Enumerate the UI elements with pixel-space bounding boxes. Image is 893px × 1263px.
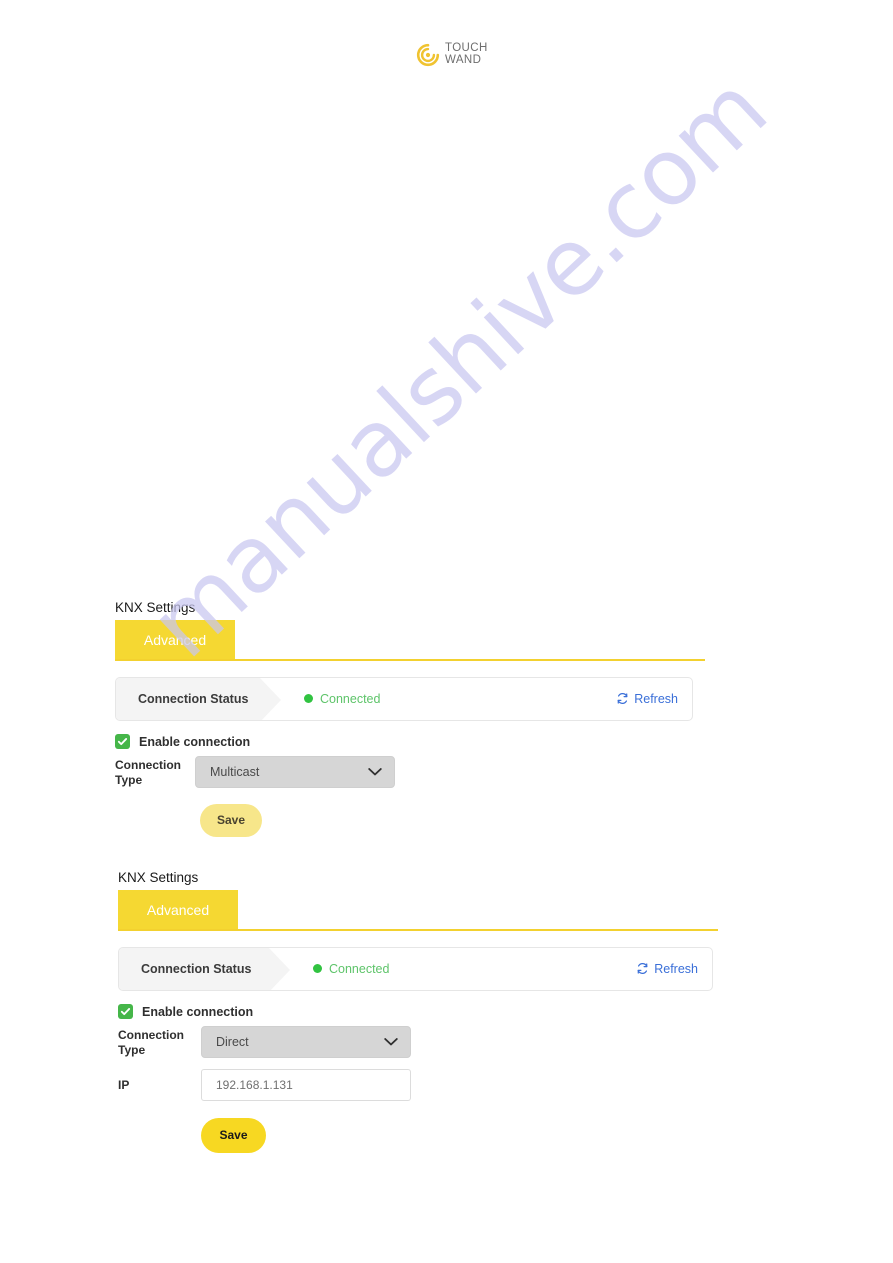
sync-refresh-icon — [616, 692, 629, 705]
connection-type-select[interactable]: Direct — [201, 1025, 411, 1058]
tab-underline — [118, 928, 718, 931]
connection-status-card: Connection Status Connected Refresh — [115, 676, 693, 721]
connection-type-label-line2: Type — [118, 1042, 146, 1057]
connection-type-value: Direct — [216, 1034, 249, 1049]
connection-status-chip: Connection Status — [119, 947, 290, 990]
sync-refresh-icon — [636, 962, 649, 975]
connection-status-label: Connection Status — [141, 961, 252, 976]
connection-status-value: Connected — [320, 691, 381, 706]
connection-type-label: Connection Type — [118, 1026, 201, 1058]
connection-type-label-line2: Type — [115, 772, 143, 787]
tab-bar: Advanced — [118, 889, 718, 931]
connection-type-value: Multicast — [210, 764, 260, 779]
refresh-button[interactable]: Refresh — [616, 692, 678, 706]
status-badge: Connected — [313, 962, 389, 976]
tab-bar: Advanced — [115, 619, 705, 661]
save-button[interactable]: Save — [200, 803, 262, 837]
ip-label: IP — [118, 1077, 130, 1092]
ip-input[interactable]: 192.168.1.131 — [201, 1068, 411, 1101]
connection-type-row: Connection Type Multicast — [115, 755, 705, 788]
connection-status-card: Connection Status Connected Refresh — [118, 946, 713, 991]
connection-type-row: Connection Type Direct — [118, 1025, 718, 1058]
refresh-button[interactable]: Refresh — [636, 962, 698, 976]
page-title: KNX Settings — [115, 600, 196, 615]
enable-connection-checkbox[interactable] — [115, 734, 130, 749]
connection-form: Enable connection Connection Type Multic… — [115, 733, 705, 837]
chevron-down-icon — [384, 1037, 398, 1046]
tab-advanced[interactable]: Advanced — [118, 889, 238, 931]
checkmark-icon — [120, 1006, 131, 1017]
status-badge: Connected — [304, 692, 380, 706]
connection-form: Enable connection Connection Type Direct… — [118, 1003, 718, 1153]
status-dot-icon — [304, 694, 313, 703]
connection-status-label: Connection Status — [138, 691, 249, 706]
checkmark-icon — [117, 736, 128, 747]
connection-type-select[interactable]: Multicast — [195, 755, 395, 788]
refresh-label: Refresh — [654, 961, 698, 976]
status-dot-icon — [313, 964, 322, 973]
enable-connection-checkbox[interactable] — [118, 1004, 133, 1019]
connection-type-label-line1: Connection — [115, 757, 181, 772]
enable-connection-row: Enable connection — [115, 733, 705, 751]
touchwand-wordmark: TOUCH WAND — [445, 43, 488, 66]
tab-advanced[interactable]: Advanced — [115, 619, 235, 661]
page-title: KNX Settings — [118, 870, 199, 885]
chevron-down-icon — [368, 767, 382, 776]
connection-type-label: Connection Type — [115, 756, 195, 788]
enable-connection-label: Enable connection — [142, 1004, 254, 1019]
save-button[interactable]: Save — [201, 1117, 266, 1153]
enable-connection-label: Enable connection — [139, 734, 251, 749]
watermark-text: manualshive.com — [130, 55, 787, 679]
connection-type-label-line1: Connection — [118, 1027, 184, 1042]
touchwand-spiral-icon — [415, 42, 441, 68]
touchwand-logo: TOUCH WAND — [415, 42, 488, 68]
logo-line-2: WAND — [445, 54, 482, 66]
connection-status-chip: Connection Status — [116, 677, 281, 720]
ip-row: IP 192.168.1.131 — [118, 1068, 718, 1101]
knx-settings-panel-direct: KNX Settings Advanced Connection Status … — [118, 871, 718, 1153]
connection-status-value: Connected — [329, 961, 390, 976]
tab-underline — [115, 658, 705, 661]
refresh-label: Refresh — [634, 691, 678, 706]
knx-settings-panel-multicast: KNX Settings Advanced Connection Status … — [115, 601, 705, 837]
enable-connection-row: Enable connection — [118, 1003, 718, 1021]
